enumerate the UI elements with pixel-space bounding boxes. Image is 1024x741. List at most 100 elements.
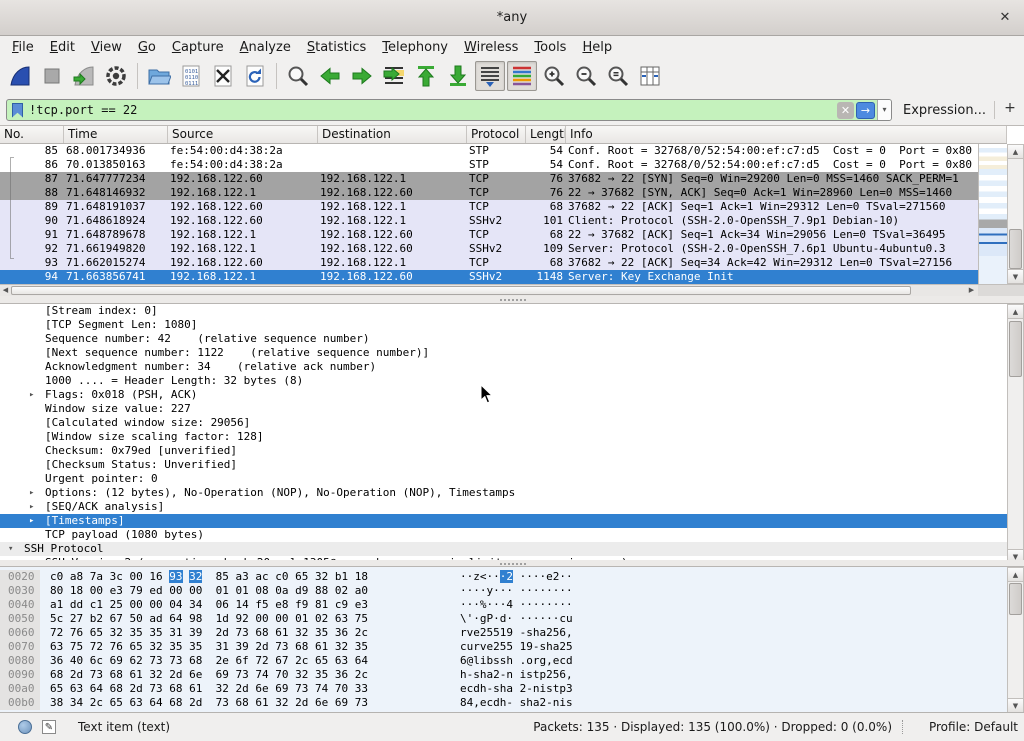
detail-line[interactable]: ▸Options: (12 bytes), No-Operation (NOP)… xyxy=(0,486,1007,500)
hex-row-0020[interactable]: 0020c0 a8 7a 3c 00 16 93 32 85 a3 ac c0 … xyxy=(0,570,1024,584)
scroll-up-icon[interactable]: ▲ xyxy=(1008,145,1023,159)
close-icon[interactable]: ✕ xyxy=(996,9,1014,27)
scrollbar-thumb[interactable] xyxy=(1009,583,1022,615)
zoom-out-button[interactable] xyxy=(571,61,601,91)
hex-row-0050[interactable]: 00505c 27 b2 67 50 ad 64 98 1d 92 00 00 … xyxy=(0,612,1024,626)
add-filter-button[interactable]: + xyxy=(1002,100,1018,120)
hex-bytes[interactable]: 80 18 00 e3 79 ed 00 00 01 01 08 0a d9 8… xyxy=(40,584,412,598)
detail-line[interactable]: Window size value: 227 xyxy=(0,402,1007,416)
scrollbar-thumb[interactable] xyxy=(1009,229,1022,269)
hex-ascii[interactable]: 84,ecdh- sha2-nis xyxy=(412,696,573,710)
intelligent-scrollbar[interactable] xyxy=(978,144,1007,284)
detail-line[interactable]: Checksum: 0x79ed [unverified] xyxy=(0,444,1007,458)
menu-item-file[interactable]: File xyxy=(4,38,42,57)
hex-bytes[interactable]: 5c 27 b2 67 50 ad 64 98 1d 92 00 00 01 0… xyxy=(40,612,412,626)
collapsed-arrow-icon[interactable]: ▸ xyxy=(29,486,34,500)
detail-line[interactable]: ▸[Timestamps] xyxy=(0,514,1007,528)
hscrollbar-thumb[interactable] xyxy=(11,286,911,295)
menu-item-wireless[interactable]: Wireless xyxy=(456,38,526,57)
menu-item-statistics[interactable]: Statistics xyxy=(299,38,374,57)
hex-bytes[interactable]: 68 2d 73 68 61 32 2d 6e 69 73 74 70 32 3… xyxy=(40,668,412,682)
menu-item-edit[interactable]: Edit xyxy=(42,38,83,57)
start-capture-button[interactable] xyxy=(5,61,35,91)
last-packet-button[interactable] xyxy=(443,61,473,91)
filter-apply-icon[interactable]: → xyxy=(856,102,875,119)
packet-row-93[interactable]: 9371.662015274192.168.122.60192.168.122.… xyxy=(0,256,978,270)
hex-bytes[interactable]: c0 a8 7a 3c 00 16 93 32 85 a3 ac c0 65 3… xyxy=(40,570,412,584)
title-bar[interactable]: *any ✕ xyxy=(0,0,1024,36)
hex-ascii[interactable]: ···%···4 ········ xyxy=(412,598,573,612)
hex-row-0080[interactable]: 008036 40 6c 69 62 73 73 68 2e 6f 72 67 … xyxy=(0,654,1024,668)
packet-row-92[interactable]: 9271.661949820192.168.122.1192.168.122.6… xyxy=(0,242,978,256)
scroll-left-icon[interactable]: ◀ xyxy=(0,285,11,296)
menu-item-view[interactable]: View xyxy=(83,38,130,57)
packet-row-91[interactable]: 9171.648789678192.168.122.1192.168.122.6… xyxy=(0,228,978,242)
zoom-in-button[interactable] xyxy=(539,61,569,91)
detail-line[interactable]: TCP payload (1080 bytes) xyxy=(0,528,1007,542)
filter-clear-icon[interactable]: ✕ xyxy=(837,102,854,119)
restart-capture-button[interactable] xyxy=(69,61,99,91)
packet-row-87[interactable]: 8771.647777234192.168.122.60192.168.122.… xyxy=(0,172,978,186)
hex-ascii[interactable]: ····y··· ········ xyxy=(412,584,573,598)
hex-row-0040[interactable]: 0040a1 dd c1 25 00 00 04 34 06 14 f5 e8 … xyxy=(0,598,1024,612)
hex-ascii[interactable]: rve25519 -sha256, xyxy=(412,626,573,640)
hex-ascii[interactable]: ··z<···2 ····e2·· xyxy=(412,570,573,584)
detail-line[interactable]: [TCP Segment Len: 1080] xyxy=(0,318,1007,332)
menu-item-capture[interactable]: Capture xyxy=(164,38,232,57)
open-file-button[interactable] xyxy=(144,61,174,91)
colorize-button[interactable] xyxy=(507,61,537,91)
hex-bytes[interactable]: 65 63 64 68 2d 73 68 61 32 2d 6e 69 73 7… xyxy=(40,682,412,696)
scroll-right-icon[interactable]: ▶ xyxy=(966,285,977,296)
detail-line[interactable]: [Stream index: 0] xyxy=(0,304,1007,318)
profile-text[interactable]: Profile: Default xyxy=(929,720,1018,734)
detail-line[interactable]: ▸Flags: 0x018 (PSH, ACK) xyxy=(0,388,1007,402)
hex-bytes[interactable]: 72 76 65 32 35 35 31 39 2d 73 68 61 32 3… xyxy=(40,626,412,640)
normal-size-button[interactable] xyxy=(603,61,633,91)
next-packet-button[interactable] xyxy=(347,61,377,91)
packet-list-scrollbar[interactable]: ▲ ▼ xyxy=(1007,144,1024,284)
find-packet-button[interactable] xyxy=(283,61,313,91)
close-file-button[interactable] xyxy=(208,61,238,91)
collapsed-arrow-icon[interactable]: ▸ xyxy=(29,500,34,514)
detail-line[interactable]: [Checksum Status: Unverified] xyxy=(0,458,1007,472)
packet-row-94[interactable]: 9471.663856741192.168.122.1192.168.122.6… xyxy=(0,270,978,284)
detail-line[interactable]: Urgent pointer: 0 xyxy=(0,472,1007,486)
packet-row-88[interactable]: 8871.648146932192.168.122.1192.168.122.6… xyxy=(0,186,978,200)
hex-bytes[interactable]: 63 75 72 76 65 32 35 35 31 39 2d 73 68 6… xyxy=(40,640,412,654)
filter-dropdown-icon[interactable]: ▾ xyxy=(877,99,891,121)
hex-row-0030[interactable]: 003080 18 00 e3 79 ed 00 00 01 01 08 0a … xyxy=(0,584,1024,598)
scroll-down-icon[interactable]: ▼ xyxy=(1008,269,1023,283)
packet-row-85[interactable]: 8568.001734936fe:54:00:d4:38:2aSTP54Conf… xyxy=(0,144,978,158)
filter-input[interactable] xyxy=(29,103,837,117)
hex-row-0070[interactable]: 007063 75 72 76 65 32 35 35 31 39 2d 73 … xyxy=(0,640,1024,654)
first-packet-button[interactable] xyxy=(411,61,441,91)
collapsed-arrow-icon[interactable]: ▸ xyxy=(29,514,34,528)
hex-ascii[interactable]: curve255 19-sha25 xyxy=(412,640,573,654)
menu-item-tools[interactable]: Tools xyxy=(526,38,574,57)
hex-row-0090[interactable]: 009068 2d 73 68 61 32 2d 6e 69 73 74 70 … xyxy=(0,668,1024,682)
scroll-up-icon[interactable]: ▲ xyxy=(1008,568,1023,582)
details-scrollbar[interactable]: ▲ ▼ xyxy=(1007,304,1024,564)
column-header-info[interactable]: Info xyxy=(566,126,1007,143)
scroll-up-icon[interactable]: ▲ xyxy=(1008,305,1023,319)
detail-line[interactable]: [Calculated window size: 29056] xyxy=(0,416,1007,430)
menu-item-help[interactable]: Help xyxy=(574,38,620,57)
column-header-no[interactable]: No. xyxy=(0,126,64,143)
hex-ascii[interactable]: h-sha2-n istp256, xyxy=(412,668,573,682)
hex-row-00a0[interactable]: 00a065 63 64 68 2d 73 68 61 32 2d 6e 69 … xyxy=(0,682,1024,696)
capture-comment-icon[interactable]: ✎ xyxy=(42,720,56,734)
expression-button[interactable]: Expression... xyxy=(903,103,986,118)
detail-line[interactable]: ▸[SEQ/ACK analysis] xyxy=(0,500,1007,514)
menu-item-telephony[interactable]: Telephony xyxy=(374,38,456,57)
scroll-down-icon[interactable]: ▼ xyxy=(1008,698,1023,712)
save-file-button[interactable]: 010101100111 xyxy=(176,61,206,91)
detail-line[interactable]: ▾SSH Protocol xyxy=(0,542,1007,556)
detail-line[interactable]: Acknowledgment number: 34 (relative ack … xyxy=(0,360,1007,374)
display-filter-field[interactable]: ✕ → ▾ xyxy=(6,99,892,121)
hex-row-0060[interactable]: 006072 76 65 32 35 35 31 39 2d 73 68 61 … xyxy=(0,626,1024,640)
expert-info-icon[interactable] xyxy=(18,720,32,734)
column-header-protocol[interactable]: Protocol xyxy=(467,126,526,143)
hex-bytes[interactable]: 38 34 2c 65 63 64 68 2d 73 68 61 32 2d 6… xyxy=(40,696,412,710)
detail-line[interactable]: Sequence number: 42 (relative sequence n… xyxy=(0,332,1007,346)
packet-row-90[interactable]: 9071.648618924192.168.122.60192.168.122.… xyxy=(0,214,978,228)
